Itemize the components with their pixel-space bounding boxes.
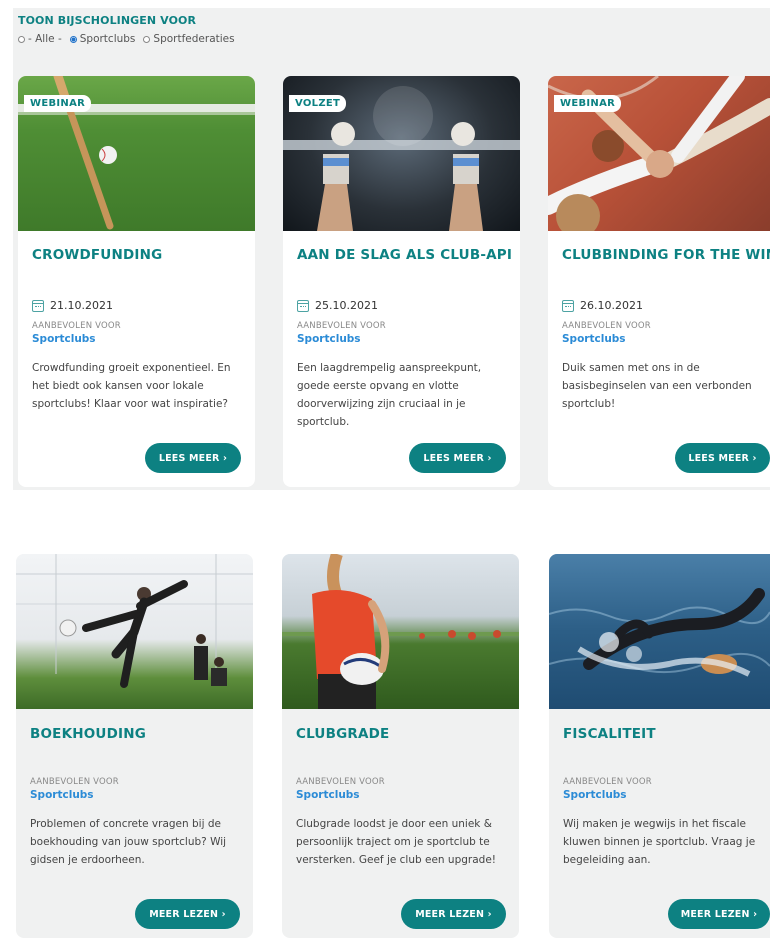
radio-icon — [18, 35, 25, 43]
card-title: AAN DE SLAG ALS CLUB-API — [297, 247, 513, 263]
card-description: Een laagdrempelig aanspreekpunt, goede e… — [297, 362, 482, 428]
card-image-football-kick — [16, 554, 253, 709]
course-card-boekhouding[interactable]: BOEKHOUDING AANBEVOLEN VOOR Sportclubs P… — [16, 554, 253, 938]
filter-option-all[interactable]: - Alle - — [18, 33, 62, 45]
course-card-clubgrade[interactable]: CLUBGRADE AANBEVOLEN VOOR Sportclubs Clu… — [282, 554, 519, 938]
badge: WEBINAR — [24, 95, 92, 112]
card-title: CLUBBINDING FOR THE WIN! — [562, 247, 770, 263]
recommended-value: Sportclubs — [297, 333, 361, 345]
card-title: BOEKHOUDING — [30, 726, 146, 742]
calendar-icon — [297, 299, 309, 312]
recommended-label: AANBEVOLEN VOOR — [562, 321, 651, 331]
recommended-label: AANBEVOLEN VOOR — [296, 777, 385, 787]
filter-option-sportfederaties[interactable]: Sportfederaties — [143, 33, 235, 45]
course-card-clubbinding[interactable]: WEBINAR CLUBBINDING FOR THE WIN! 26.10.2… — [548, 76, 770, 487]
filter-option-sportclubs[interactable]: Sportclubs — [69, 33, 135, 45]
card-date: 25.10.2021 — [297, 299, 378, 312]
calendar-icon — [562, 299, 574, 312]
recommended-value: Sportclubs — [296, 789, 360, 801]
card-description: Clubgrade loodst je door een uniek & per… — [296, 818, 496, 866]
filter-options: - Alle - Sportclubs Sportfederaties — [18, 33, 235, 45]
course-card-crowdfunding[interactable]: WEBINAR CROWDFUNDING 21.10.2021 AANBEVOL… — [18, 76, 255, 487]
card-title: CROWDFUNDING — [32, 247, 163, 263]
card-image-swimmer — [549, 554, 770, 709]
recommended-value: Sportclubs — [562, 333, 626, 345]
card-description: Crowdfunding groeit exponentieel. En het… — [32, 362, 231, 410]
card-title: CLUBGRADE — [296, 726, 390, 742]
recommended-label: AANBEVOLEN VOOR — [30, 777, 119, 787]
read-more-button[interactable]: MEER LEZEN › — [401, 899, 506, 929]
read-more-button[interactable]: LEES MEER › — [409, 443, 506, 473]
recommended-value: Sportclubs — [30, 789, 94, 801]
radio-icon — [143, 35, 151, 43]
recommended-label: AANBEVOLEN VOOR — [297, 321, 386, 331]
read-more-button[interactable]: MEER LEZEN › — [668, 899, 770, 929]
recommended-value: Sportclubs — [563, 789, 627, 801]
course-card-club-api[interactable]: VOLZET AAN DE SLAG ALS CLUB-API 25.10.20… — [283, 76, 520, 487]
read-more-button[interactable]: LEES MEER › — [675, 443, 770, 473]
course-card-fiscaliteit[interactable]: FISCALITEIT AANBEVOLEN VOOR Sportclubs W… — [549, 554, 770, 938]
card-image-gymnast-bar: VOLZET — [283, 76, 520, 231]
card-description: Problemen of concrete vragen bij de boek… — [30, 818, 227, 866]
recommended-label: AANBEVOLEN VOOR — [32, 321, 121, 331]
card-image-team-hands: WEBINAR — [548, 76, 770, 231]
card-image-baseball: WEBINAR — [18, 76, 255, 231]
badge: VOLZET — [289, 95, 347, 112]
recommended-label: AANBEVOLEN VOOR — [563, 777, 652, 787]
card-description: Duik samen met ons in de basisbeginselen… — [562, 362, 752, 410]
radio-selected-icon — [69, 35, 77, 43]
calendar-icon — [32, 299, 44, 312]
filter-title: TOON BIJSCHOLINGEN VOOR — [18, 14, 197, 27]
read-more-button[interactable]: MEER LEZEN › — [135, 899, 240, 929]
card-date: 26.10.2021 — [562, 299, 643, 312]
card-date: 21.10.2021 — [32, 299, 113, 312]
badge: WEBINAR — [554, 95, 622, 112]
card-title: FISCALITEIT — [563, 726, 656, 742]
read-more-button[interactable]: LEES MEER › — [145, 443, 241, 473]
card-image-rugby-player — [282, 554, 519, 709]
card-description: Wij maken je wegwijs in het fiscale kluw… — [563, 818, 756, 866]
recommended-value: Sportclubs — [32, 333, 96, 345]
